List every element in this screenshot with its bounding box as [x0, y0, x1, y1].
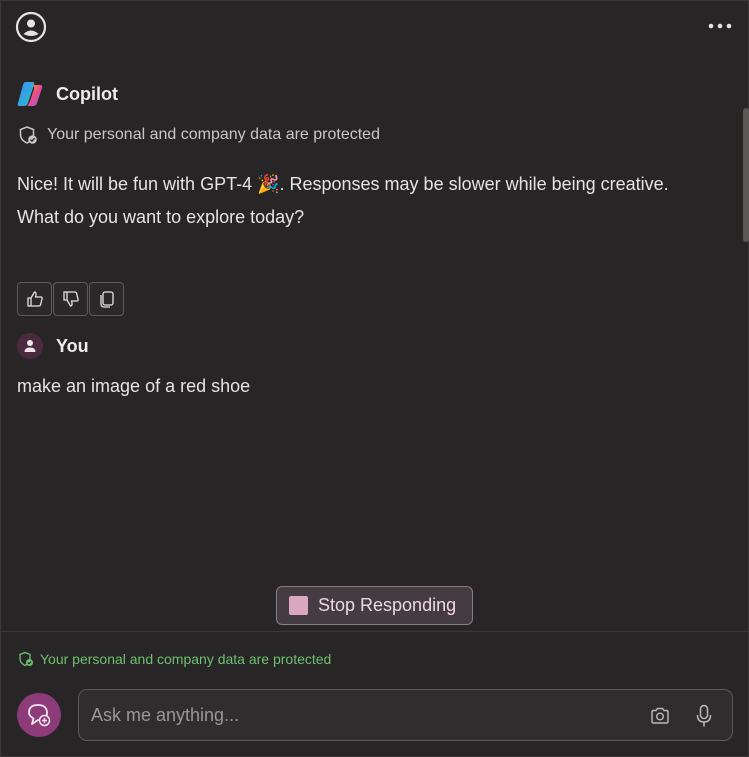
- copilot-header: Copilot: [16, 81, 118, 107]
- copilot-message-line: Nice! It will be fun with GPT-4 🎉. Respo…: [17, 174, 669, 194]
- divider: [0, 631, 749, 632]
- person-icon: [24, 340, 36, 352]
- stop-icon: [289, 596, 308, 615]
- copilot-message-line: What do you want to explore today?: [17, 207, 305, 227]
- stop-responding-label: Stop Responding: [318, 595, 457, 615]
- stop-responding-button[interactable]: Stop Responding: [276, 586, 473, 625]
- new-topic-button[interactable]: [17, 693, 61, 737]
- voice-input-button[interactable]: [692, 702, 716, 730]
- footer-protection-notice: Your personal and company data are prote…: [18, 651, 331, 667]
- copilot-message: Nice! It will be fun with GPT-4 🎉. Respo…: [17, 168, 717, 234]
- copilot-name: Copilot: [56, 83, 118, 104]
- chat-input-box: [78, 689, 733, 741]
- footer-protection-text: Your personal and company data are prote…: [40, 651, 332, 667]
- chat-input[interactable]: [91, 690, 631, 740]
- microphone-icon: [696, 704, 712, 727]
- user-header: You: [17, 333, 89, 359]
- copy-button[interactable]: [89, 282, 124, 316]
- shield-check-icon: [19, 126, 37, 144]
- dislike-button[interactable]: [53, 282, 88, 316]
- account-button[interactable]: [15, 11, 47, 43]
- user-message: make an image of a red shoe: [17, 376, 251, 396]
- user-name: You: [56, 335, 89, 356]
- scrollbar-thumb[interactable]: [743, 108, 749, 242]
- thumbs-down-icon: [62, 291, 79, 307]
- copilot-logo-icon: [17, 82, 43, 106]
- feedback-toolbar: [17, 282, 124, 316]
- like-button[interactable]: [17, 282, 52, 316]
- more-options-button[interactable]: [707, 16, 733, 36]
- new-chat-icon: [28, 704, 51, 727]
- copy-icon: [99, 291, 114, 308]
- protection-notice-text: Your personal and company data are prote…: [47, 126, 380, 143]
- thumbs-up-icon: [26, 291, 43, 307]
- more-dots-icon: [708, 23, 732, 29]
- image-input-button[interactable]: [648, 704, 672, 728]
- camera-icon: [651, 707, 669, 724]
- shield-check-icon: [19, 651, 33, 667]
- protection-notice: Your personal and company data are prote…: [18, 125, 380, 145]
- avatar: [17, 333, 43, 359]
- account-circle-icon: [15, 11, 47, 43]
